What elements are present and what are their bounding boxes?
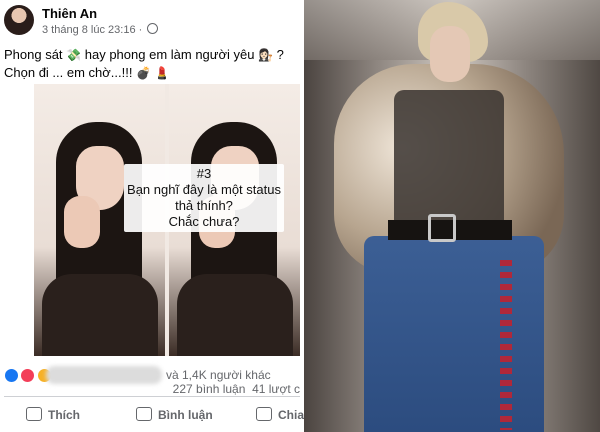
like-icon: [26, 407, 42, 421]
avatar[interactable]: [4, 5, 34, 35]
post-stats: và 1,4K người khác 227 bình luận 41 lượt…: [0, 360, 304, 396]
author-name[interactable]: Thiên An: [42, 6, 97, 21]
sheer-shirt: [394, 90, 504, 230]
lipstick-emoji-icon: 💄: [154, 66, 170, 80]
post-photos[interactable]: #3 Bạn nghĩ đây là một status thả thính?…: [34, 84, 300, 356]
jeans: [364, 236, 544, 432]
post-meta: 3 tháng 8 lúc 23:16 ·: [42, 23, 159, 36]
reactions-others[interactable]: và 1,4K người khác: [166, 368, 271, 382]
reaction-icons[interactable]: [4, 368, 52, 383]
money-emoji-icon: 💸: [66, 48, 82, 62]
love-reaction-icon: [20, 368, 36, 383]
photo-text-overlay: #3 Bạn nghĩ đây là một status thả thính?…: [124, 164, 284, 232]
caption-text-3: ?: [276, 47, 284, 62]
blurred-names: [46, 366, 162, 384]
fashion-photo: [304, 0, 600, 432]
globe-icon: [147, 23, 159, 34]
comment-icon: [136, 407, 152, 421]
divider: [4, 396, 300, 397]
facebook-post: Thiên An 3 tháng 8 lúc 23:16 · Phong sát…: [0, 0, 304, 432]
share-count[interactable]: 41 lượt c: [252, 382, 300, 396]
engagement-counts: 227 bình luận 41 lượt c: [173, 382, 300, 396]
photo-body: [177, 274, 293, 356]
jeans-embellishment: [500, 260, 512, 430]
post-caption: Phong sát 💸 hay phong em làm người yêu 👩…: [4, 46, 300, 82]
comment-button[interactable]: Bình luận: [136, 407, 213, 422]
photo-hand: [64, 196, 100, 248]
overlay-line: thả thính?: [175, 198, 233, 213]
overlay-line: Bạn nghĩ đây là một status: [127, 182, 281, 197]
comment-count[interactable]: 227 bình luận: [173, 382, 246, 396]
like-button[interactable]: Thích: [26, 407, 80, 422]
meta-separator: ·: [138, 24, 143, 36]
bomb-emoji-icon: 💣: [136, 66, 152, 80]
share-icon: [256, 407, 272, 421]
post-header: Thiên An 3 tháng 8 lúc 23:16 ·: [0, 0, 304, 40]
comment-label: Bình luận: [158, 408, 213, 422]
model-face: [430, 26, 470, 82]
overlay-line: Chắc chưa?: [168, 214, 240, 229]
overlay-line: #3: [196, 166, 212, 181]
action-bar: Thích Bình luận Chia: [0, 398, 304, 432]
caption-text-2: hay phong em làm người yêu: [84, 47, 255, 62]
caption-text-4: Chọn đi ... em chờ...!!!: [4, 65, 133, 80]
caption-text-1: Phong sát: [4, 47, 63, 62]
post-timestamp[interactable]: 3 tháng 8 lúc 23:16: [42, 24, 136, 36]
share-button[interactable]: Chia: [256, 407, 304, 422]
like-reaction-icon: [4, 368, 19, 383]
photo-body: [42, 274, 158, 356]
person-emoji-icon: 👩🏻‍⚖️: [258, 48, 274, 62]
like-label: Thích: [48, 408, 80, 422]
belt-buckle: [428, 214, 456, 242]
share-label: Chia: [278, 408, 304, 422]
